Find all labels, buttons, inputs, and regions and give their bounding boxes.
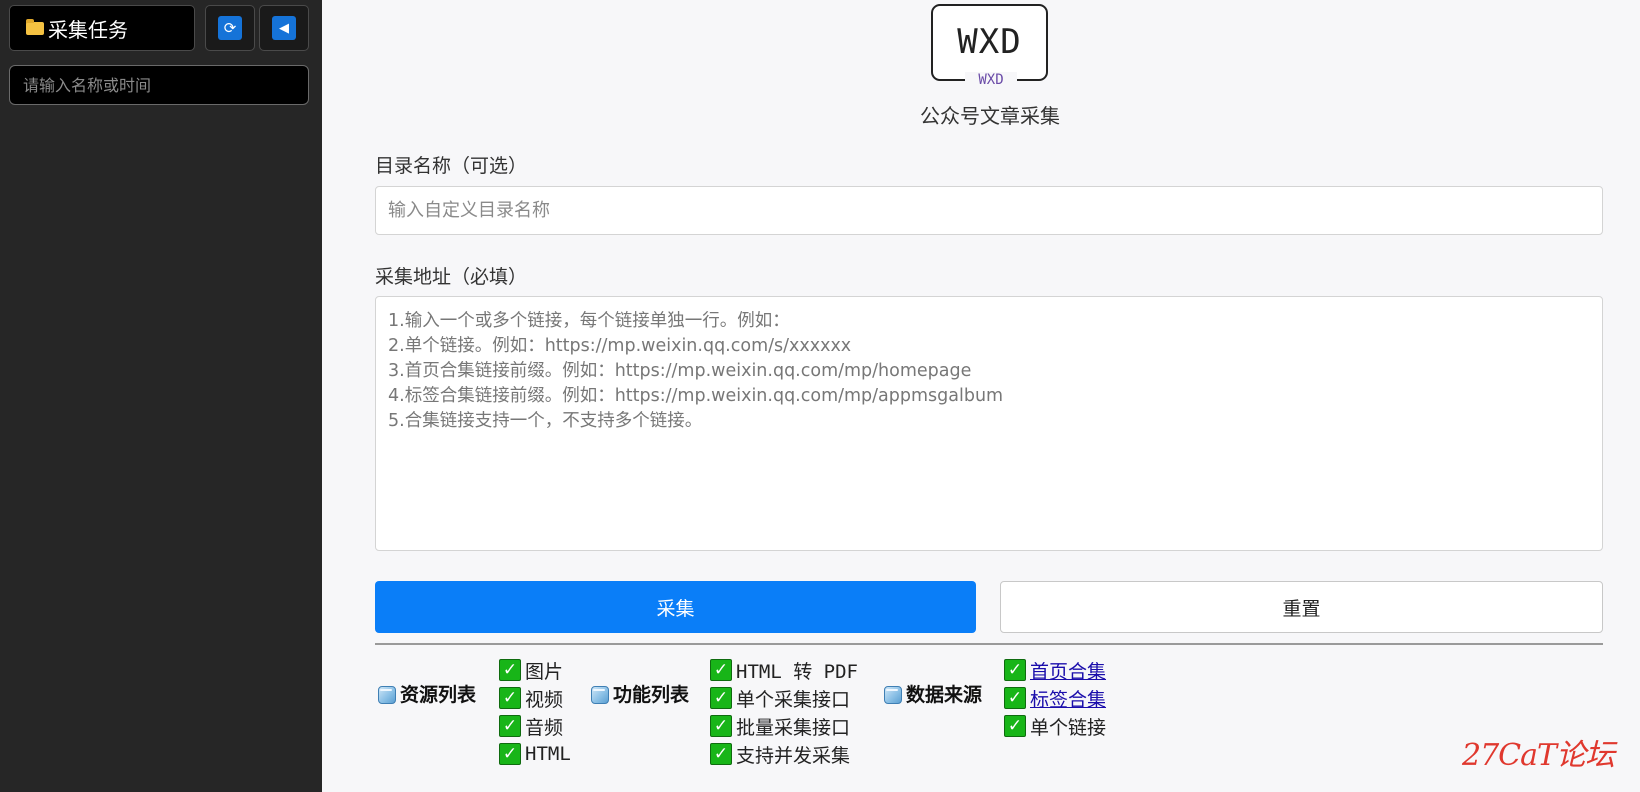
list-item: ✓ HTML 转 PDF: [710, 656, 858, 684]
function-item-label: 批量采集接口: [736, 716, 851, 739]
list-item: ✓ 单个采集接口: [710, 684, 858, 712]
homepage-collection-link[interactable]: 首页合集: [1030, 657, 1106, 684]
resource-item-label: 视频: [525, 688, 564, 711]
collect-url-textarea[interactable]: [375, 296, 1603, 551]
resource-item-label: HTML: [525, 743, 571, 765]
divider: [375, 643, 1603, 645]
collapse-sidebar-button[interactable]: ◀: [259, 5, 309, 51]
data-source-list: ✓ 首页合集 ✓ 标签合集 ✓ 单个链接: [1004, 656, 1106, 740]
data-source-label: 数据来源: [906, 684, 983, 706]
refresh-button[interactable]: ⟳: [205, 5, 255, 51]
collect-url-label: 采集地址（必填）: [375, 266, 528, 288]
refresh-icon: ⟳: [218, 16, 242, 40]
task-list-button[interactable]: 采集任务: [9, 5, 195, 51]
checkmark-icon: ✓: [499, 687, 521, 709]
sidebar: 采集任务 ⟳ ◀: [0, 0, 322, 792]
function-list-title: 功能列表: [588, 680, 689, 707]
function-item-label: 单个采集接口: [736, 688, 851, 711]
checkmark-icon: ✓: [499, 715, 521, 737]
logo-subtext: WXD: [965, 72, 1017, 88]
task-list-label: 采集任务: [48, 17, 128, 42]
checkmark-icon: ✓: [1004, 659, 1026, 681]
resource-list: ✓ 图片 ✓ 视频 ✓ 音频 ✓ HTML: [499, 656, 571, 768]
reset-button[interactable]: 重置: [1000, 581, 1603, 633]
resource-item-label: 图片: [525, 660, 564, 683]
list-item: ✓ 单个链接: [1004, 712, 1106, 740]
dir-name-input[interactable]: [375, 186, 1603, 235]
tag-collection-link[interactable]: 标签合集: [1030, 685, 1106, 712]
checkmark-icon: ✓: [710, 715, 732, 737]
cube-icon: [881, 683, 903, 705]
function-list: ✓ HTML 转 PDF ✓ 单个采集接口 ✓ 批量采集接口 ✓ 支持并发采集: [710, 656, 858, 768]
watermark: 27CaT论坛: [1462, 738, 1615, 773]
folder-icon: [26, 18, 44, 35]
checkmark-icon: ✓: [1004, 687, 1026, 709]
function-item-label: 支持并发采集: [736, 744, 851, 767]
single-link-label: 单个链接: [1030, 716, 1107, 739]
cube-icon: [588, 683, 610, 705]
list-item: ✓ 视频: [499, 684, 571, 712]
logo: WXD WXD: [931, 4, 1048, 88]
checkmark-icon: ✓: [710, 659, 732, 681]
checkmark-icon: ✓: [499, 659, 521, 681]
resource-list-label: 资源列表: [400, 684, 477, 706]
logo-text: WXD: [957, 22, 1022, 62]
checkmark-icon: ✓: [499, 743, 521, 765]
function-item-label: HTML 转 PDF: [736, 660, 858, 683]
list-item: ✓ 标签合集: [1004, 684, 1106, 712]
list-item: ✓ 支持并发采集: [710, 740, 858, 768]
cube-icon: [375, 683, 397, 705]
function-list-label: 功能列表: [613, 684, 690, 706]
page-title: 公众号文章采集: [920, 104, 1060, 128]
data-source-title: 数据来源: [881, 680, 982, 707]
triangle-left-icon: ◀: [272, 16, 296, 40]
task-search-input[interactable]: [9, 65, 309, 105]
checkmark-icon: ✓: [1004, 715, 1026, 737]
collect-button[interactable]: 采集: [375, 581, 976, 633]
checkmark-icon: ✓: [710, 687, 732, 709]
resource-item-label: 音频: [525, 716, 564, 739]
list-item: ✓ 首页合集: [1004, 656, 1106, 684]
list-item: ✓ 批量采集接口: [710, 712, 858, 740]
list-item: ✓ 音频: [499, 712, 571, 740]
checkmark-icon: ✓: [710, 743, 732, 765]
list-item: ✓ HTML: [499, 740, 571, 768]
list-item: ✓ 图片: [499, 656, 571, 684]
resource-list-title: 资源列表: [375, 680, 476, 707]
dir-name-label: 目录名称（可选）: [375, 155, 528, 177]
